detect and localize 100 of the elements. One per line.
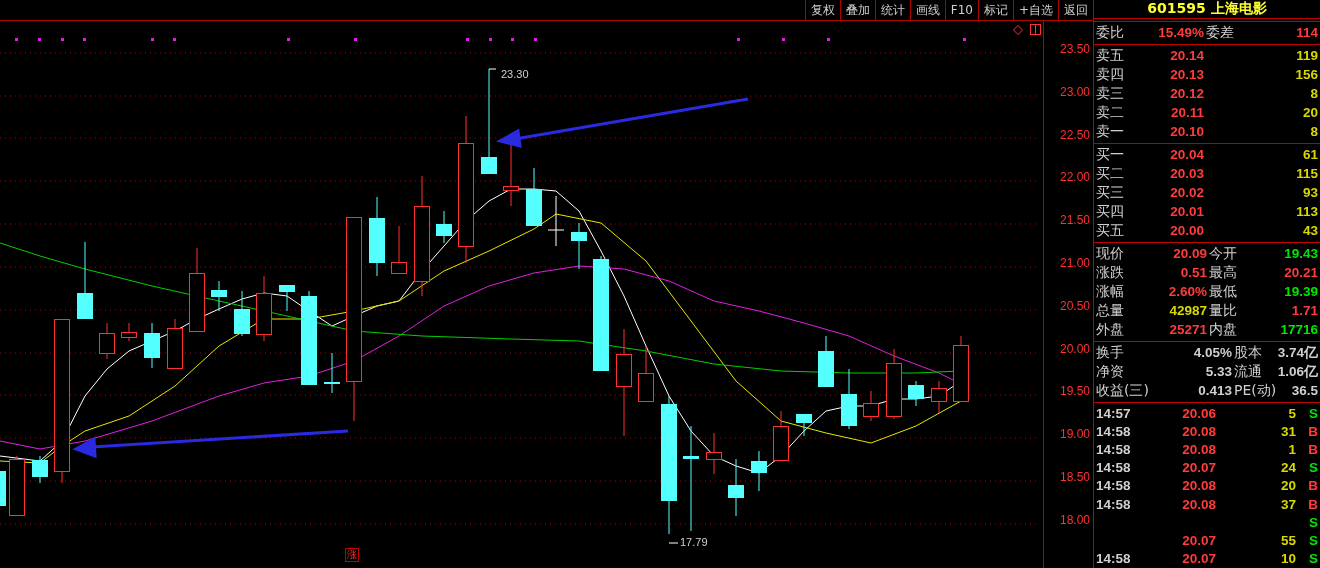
candlestick — [773, 410, 789, 461]
trade-price: 20.08 — [1182, 478, 1216, 494]
quote-label: 最高 — [1209, 263, 1237, 282]
trade-volume: 55 — [1280, 532, 1296, 548]
order-volume: 8 — [1309, 124, 1318, 139]
high-price-label: 23.30 — [501, 68, 529, 80]
order-level-label: 卖三 — [1096, 84, 1124, 103]
order-ratio-label: 委比 — [1096, 23, 1124, 42]
trade-side: B — [1307, 496, 1318, 512]
price-axis-label: 20.50 — [1059, 298, 1091, 313]
candlestick — [9, 455, 25, 516]
order-price: 20.11 — [1169, 105, 1204, 120]
quote-label: 内盘 — [1209, 320, 1237, 339]
candlestick — [796, 413, 812, 437]
trade-volume: 37 — [1280, 496, 1296, 512]
trade-volume: 31 — [1280, 423, 1296, 439]
candlestick — [526, 167, 542, 227]
quote-value: 0.51 — [1179, 265, 1207, 280]
candlestick — [571, 222, 587, 270]
order-volume: 119 — [1295, 48, 1318, 63]
fundamental-label: PE(动) — [1234, 381, 1274, 400]
fundamental-value: 1.06亿 — [1276, 362, 1318, 381]
candlestick — [436, 210, 452, 244]
candlestick — [931, 380, 947, 414]
trade-side: S — [1308, 532, 1318, 548]
order-level-label: 买二 — [1096, 164, 1124, 183]
candlestick — [818, 335, 834, 388]
order-level-label: 买一 — [1096, 145, 1124, 164]
order-level-label: 卖五 — [1096, 46, 1124, 65]
quote-label: 现价 — [1096, 244, 1124, 263]
candlestick — [886, 348, 902, 420]
fundamental-value: 5.33 — [1204, 364, 1233, 379]
order-diff-value: 114 — [1295, 25, 1318, 40]
stock-title: 601595 上海电影 — [1147, 0, 1267, 18]
trade-price: 20.07 — [1182, 551, 1216, 567]
candlestick — [728, 458, 744, 517]
order-ratio-value: 15.49% — [1157, 25, 1205, 40]
quote-label: 涨跌 — [1096, 263, 1124, 282]
order-volume: 8 — [1309, 86, 1318, 101]
trade-price: 20.08 — [1182, 496, 1216, 512]
trade-time: 14:57 — [1096, 405, 1131, 421]
price-axis-label: 19.50 — [1059, 384, 1091, 399]
candlestick — [953, 335, 969, 402]
price-axis-label: 18.50 — [1059, 469, 1091, 484]
candlestick — [863, 390, 879, 422]
trade-price: 20.08 — [1182, 423, 1216, 439]
rise-marker: 涨 — [345, 548, 359, 562]
order-price: 20.02 — [1169, 185, 1204, 200]
order-volume: 113 — [1295, 204, 1318, 219]
trade-time: 14:58 — [1096, 460, 1131, 476]
trade-price: 20.06 — [1182, 405, 1216, 421]
split-panel-icon[interactable] — [1030, 24, 1041, 35]
quote-value: 20.09 — [1172, 246, 1207, 261]
quote-label: 涨幅 — [1096, 282, 1124, 301]
candlestick — [638, 345, 654, 402]
candlestick — [234, 290, 250, 337]
trade-time: 14:58 — [1096, 551, 1131, 567]
order-level-label: 卖四 — [1096, 65, 1124, 84]
trade-time: 14:58 — [1096, 423, 1131, 439]
quote-value: 20.21 — [1283, 265, 1318, 280]
price-axis-label: 20.00 — [1059, 341, 1091, 356]
order-price: 20.00 — [1169, 223, 1204, 238]
order-level-label: 买三 — [1096, 183, 1124, 202]
candlestick — [279, 284, 295, 312]
candlestick — [167, 318, 183, 369]
low-price-label: 17.79 — [680, 536, 708, 548]
order-price: 20.14 — [1169, 48, 1204, 63]
order-price: 20.10 — [1169, 124, 1204, 139]
candlestick — [706, 432, 722, 475]
fundamental-label: 净资 — [1096, 362, 1125, 381]
price-axis-label: 21.00 — [1059, 256, 1091, 270]
trade-volume: 24 — [1280, 460, 1296, 476]
fundamental-label: 换手 — [1096, 343, 1125, 362]
leader-line — [488, 68, 497, 70]
quote-value: 19.39 — [1283, 284, 1318, 299]
order-level-label: 卖二 — [1096, 103, 1124, 122]
order-price: 20.13 — [1169, 67, 1204, 82]
trade-side: B — [1307, 441, 1318, 457]
fundamental-label: 股本 — [1234, 343, 1263, 362]
fundamental-value: 4.05% — [1192, 345, 1233, 360]
order-volume: 20 — [1301, 105, 1318, 120]
order-price: 20.12 — [1169, 86, 1204, 101]
fundamental-label: 收益(三) — [1096, 381, 1150, 400]
price-axis-label: 19.00 — [1059, 427, 1091, 442]
order-level-label: 卖一 — [1096, 122, 1124, 141]
price-axis-label: 22.50 — [1059, 127, 1091, 142]
candlestick — [391, 225, 407, 274]
order-diff-label: 委差 — [1206, 23, 1234, 42]
candlestick — [0, 471, 6, 506]
candlestick — [99, 322, 115, 360]
order-volume: 43 — [1301, 223, 1318, 238]
quote-label: 量比 — [1209, 301, 1237, 320]
candlestick — [841, 368, 857, 430]
leader-line — [668, 542, 679, 544]
trade-side: S — [1308, 551, 1318, 567]
order-volume: 61 — [1301, 147, 1318, 162]
fundamental-label: 流通 — [1234, 362, 1263, 381]
quote-value: 42987 — [1168, 303, 1207, 318]
candlestick — [256, 275, 272, 342]
candlestick — [751, 450, 767, 492]
